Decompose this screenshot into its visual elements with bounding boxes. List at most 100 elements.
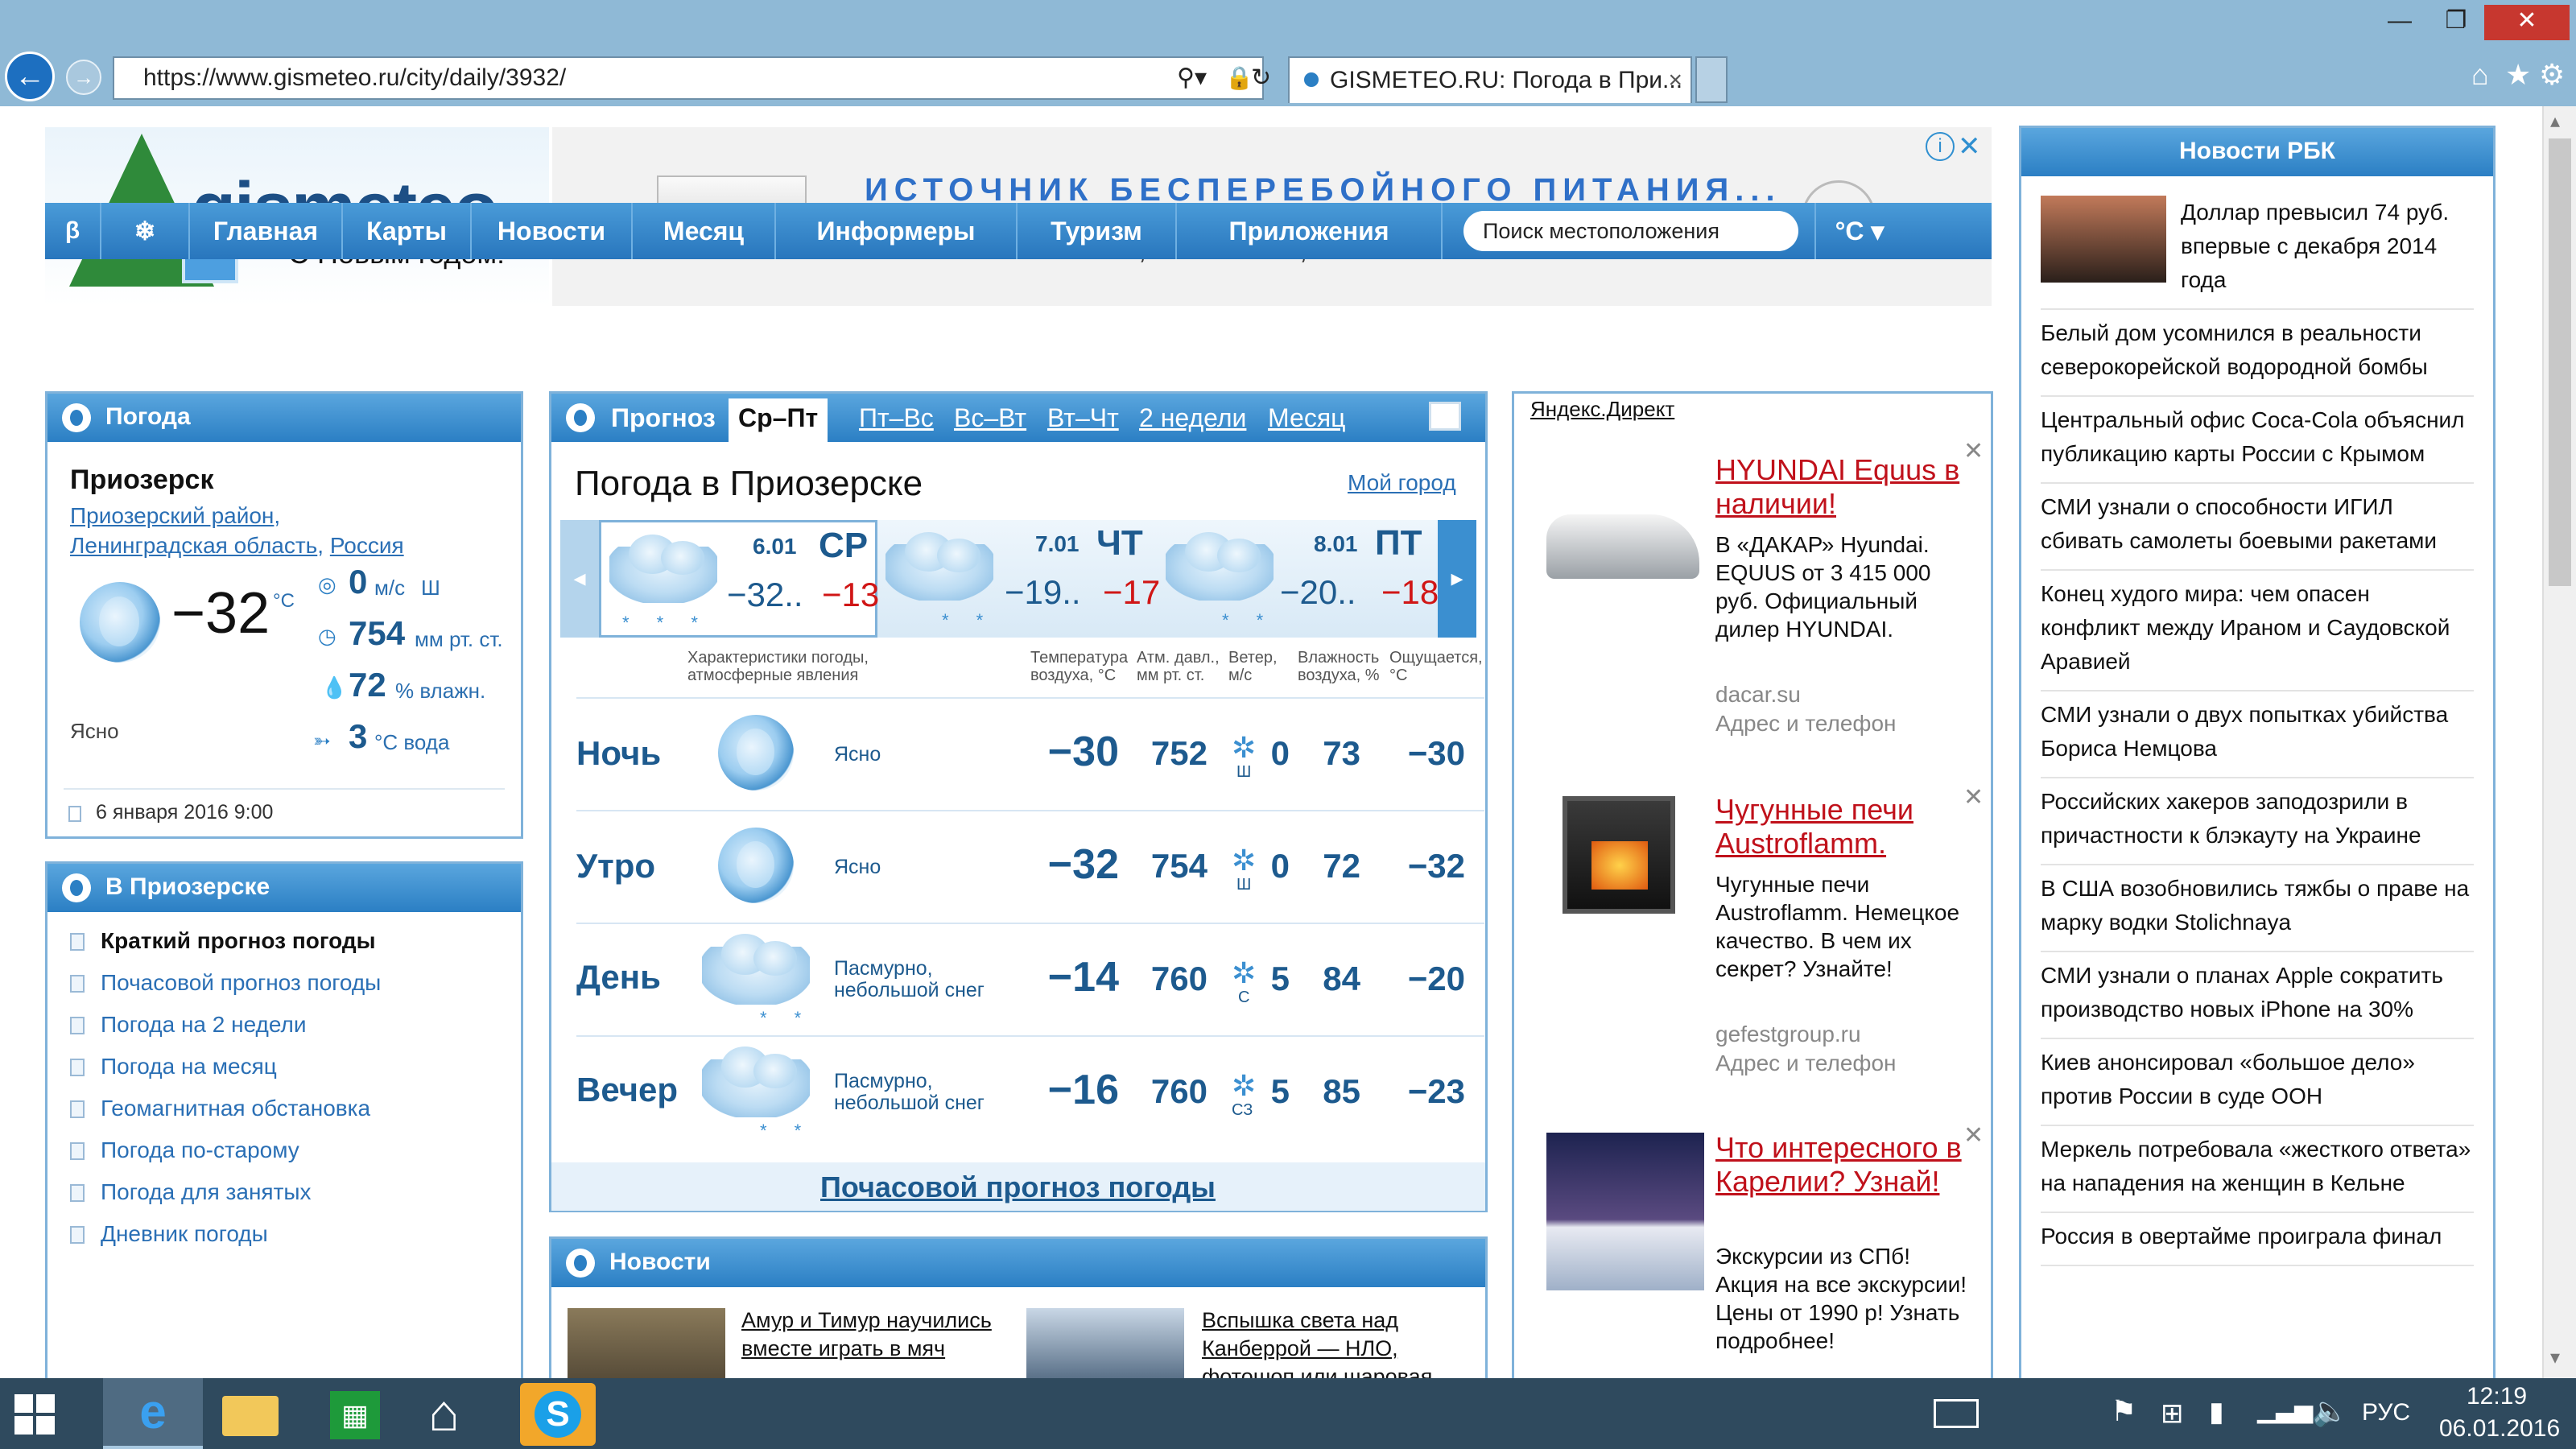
maximize-button[interactable]: ❐ <box>2428 5 2484 40</box>
clock-time[interactable]: 12:19 <box>2467 1383 2527 1410</box>
rbc-news-item[interactable]: СМИ узнали о двух попытках убийства Бори… <box>2041 691 2474 778</box>
minimize-button[interactable]: — <box>2372 5 2428 40</box>
ads-label[interactable]: Яндекс.Директ <box>1530 397 1674 422</box>
tab-2-weeks[interactable]: 2 недели <box>1139 403 1246 433</box>
my-city-link[interactable]: Мой город <box>1348 470 1456 496</box>
browser-chrome: ← → https://www.gismeteo.ru/city/daily/3… <box>0 0 2576 106</box>
news-link[interactable]: Вспышка света над Канберрой — НЛО, фотош… <box>1202 1307 1468 1378</box>
address-bar[interactable]: https://www.gismeteo.ru/city/daily/3932/… <box>113 56 1271 100</box>
ad-title[interactable]: Что интересного в Карелии? Узнай! <box>1715 1131 1981 1199</box>
rbc-news-item[interactable]: СМИ узнали о планах Apple сократить прои… <box>2041 952 2474 1039</box>
rbc-news-item[interactable]: СМИ узнали о способности ИГИЛ сбивать са… <box>2041 484 2474 571</box>
clock-date[interactable]: 06.01.2016 <box>2439 1415 2560 1443</box>
vertical-scrollbar[interactable]: ▴ ▾ <box>2542 106 2576 1378</box>
language-indicator[interactable]: РУС <box>2362 1399 2410 1426</box>
tab-close-icon[interactable]: × <box>1668 58 1682 103</box>
close-window-button[interactable]: ✕ <box>2484 5 2570 40</box>
ad-contact[interactable]: Адрес и телефон <box>1715 709 1897 737</box>
scroll-up-icon[interactable]: ▴ <box>2550 109 2560 133</box>
nav-item-main[interactable]: Главная <box>190 203 343 259</box>
col-header-hum: Влажность воздуха, % <box>1298 649 1380 684</box>
windows-tray-icon[interactable]: ⊞ <box>2161 1397 2184 1430</box>
clear-night-icon <box>718 828 794 903</box>
day-card[interactable]: * * 8.01 ПТ −20.. −18 <box>1159 520 1439 638</box>
scroll-thumb[interactable] <box>2549 138 2571 586</box>
nav-item-news[interactable]: Новости <box>472 203 633 259</box>
country-link[interactable]: Россия <box>330 533 404 558</box>
banner-close-icon[interactable]: ✕ <box>1958 130 1981 163</box>
location-search-input[interactable]: Поиск местоположения <box>1463 211 1798 251</box>
rbc-news-item[interactable]: Россия в овертайме проиграла финал <box>2041 1213 2474 1266</box>
tab-wed-fri[interactable]: Ср–Пт <box>729 398 828 442</box>
region-link[interactable]: Ленинградская область <box>70 533 317 558</box>
oil-image <box>2041 196 2166 283</box>
stove-image[interactable] <box>1563 796 1675 914</box>
ad-title[interactable]: Чугунные печи Austroflamm. <box>1715 793 1981 861</box>
row-pressure: 760 <box>1150 1072 1208 1110</box>
tab-tue-thu[interactable]: Вт–Чт <box>1047 403 1119 433</box>
start-button-icon[interactable] <box>14 1394 55 1435</box>
ad-host[interactable]: gefestgroup.ru <box>1715 1020 1861 1048</box>
nav-item-informers[interactable]: Информеры <box>776 203 1018 259</box>
refresh-icon[interactable]: ↻ <box>1251 58 1271 98</box>
flag-icon[interactable]: ⚑ <box>2111 1394 2136 1428</box>
rbc-news-header[interactable]: Новости РБК <box>2021 128 2493 176</box>
news-link[interactable]: Амур и Тимур научились вместе играть в м… <box>741 1307 1007 1363</box>
browser-tab[interactable]: GISMETEO.RU: Погода в При... × <box>1288 56 1692 103</box>
city-link[interactable]: Погода для занятых <box>47 1171 521 1213</box>
network-icon[interactable]: ▁▃▅ <box>2257 1396 2313 1424</box>
rbc-news-item[interactable]: Белый дом усомнился в реальности северок… <box>2041 310 2474 397</box>
keyboard-icon[interactable] <box>1934 1399 1979 1428</box>
karelia-image[interactable] <box>1546 1133 1704 1290</box>
lock-icon[interactable]: 🔒 <box>1225 58 1253 98</box>
day-card[interactable]: * * * 6.01 СР −32.. −13 <box>599 520 879 638</box>
nav-item-tourism[interactable]: Туризм <box>1018 203 1177 259</box>
store-taskbar-icon[interactable]: ▦ <box>330 1391 380 1439</box>
rbc-news-item[interactable]: Киев анонсировал «большое дело» против Р… <box>2041 1039 2474 1126</box>
rbc-news-item[interactable]: Меркель потребовала «жесткого ответа» на… <box>2041 1126 2474 1213</box>
rbc-news-item[interactable]: Российских хакеров заподозрили в причаст… <box>2041 778 2474 865</box>
forward-button[interactable]: → <box>66 60 101 95</box>
news-thumb[interactable] <box>568 1308 725 1378</box>
days-next-button[interactable]: ▸ <box>1438 520 1476 638</box>
home-taskbar-icon[interactable]: ⌂ <box>428 1383 460 1443</box>
hourly-forecast-link[interactable]: Почасовой прогноз погоды <box>820 1170 1216 1204</box>
news-thumb[interactable] <box>1026 1308 1184 1378</box>
home-icon[interactable]: ⌂ <box>2471 58 2489 92</box>
rbc-news-item[interactable]: Доллар превысил 74 руб. впервые с декабр… <box>2041 189 2474 310</box>
adchoices-icon[interactable]: i <box>1926 132 1955 161</box>
city-location: Приозерский район, Ленинградская область… <box>70 503 404 558</box>
days-prev-button[interactable]: ◂ <box>560 520 599 638</box>
nav-item-maps[interactable]: Карты <box>343 203 472 259</box>
day-card[interactable]: * * 7.01 ЧТ −19.. −17 <box>881 520 1160 638</box>
print-icon[interactable] <box>1429 402 1461 431</box>
tab-month[interactable]: Месяц <box>1268 403 1345 433</box>
settings-icon[interactable]: ⚙ <box>2539 58 2565 92</box>
nav-winter-icon[interactable]: ❄ <box>101 203 190 259</box>
ie-taskbar-icon[interactable]: e <box>103 1378 203 1449</box>
tab-fri-sun[interactable]: Пт–Вс <box>859 403 934 433</box>
city-link[interactable]: Дневник погоды <box>47 1213 521 1255</box>
ad-contact[interactable]: Адрес и телефон <box>1715 1049 1897 1077</box>
car-image[interactable] <box>1546 514 1699 579</box>
rbc-news-item[interactable]: Конец худого мира: чем опасен конфликт м… <box>2041 571 2474 691</box>
nav-item-apps[interactable]: Приложения <box>1177 203 1443 259</box>
ad-title[interactable]: HYUNDAI Equus в наличии! <box>1715 453 1981 521</box>
units-select[interactable]: °C ▾ <box>1814 203 1903 259</box>
volume-icon[interactable]: 🔈 <box>2312 1394 2348 1428</box>
explorer-taskbar-icon[interactable] <box>222 1396 279 1436</box>
rbc-news-item[interactable]: В США возобновились тяжбы о праве на мар… <box>2041 865 2474 952</box>
nav-item-month[interactable]: Месяц <box>633 203 776 259</box>
skype-taskbar-icon[interactable]: S <box>520 1383 596 1446</box>
new-tab-button[interactable] <box>1695 56 1728 103</box>
nav-b-icon[interactable]: β <box>45 203 101 259</box>
search-icon[interactable]: ⚲▾ <box>1177 58 1207 98</box>
battery-icon[interactable]: ▮ <box>2209 1396 2224 1428</box>
back-button[interactable]: ← <box>5 52 55 101</box>
ad-host[interactable]: dacar.su <box>1715 680 1801 708</box>
district-link[interactable]: Приозерский район <box>70 503 274 528</box>
rbc-news-item[interactable]: Центральный офис Coca-Cola объяснил публ… <box>2041 397 2474 484</box>
tab-sun-tue[interactable]: Вс–Вт <box>954 403 1026 433</box>
scroll-down-icon[interactable]: ▾ <box>2550 1346 2560 1369</box>
favorites-icon[interactable]: ★ <box>2505 58 2531 92</box>
